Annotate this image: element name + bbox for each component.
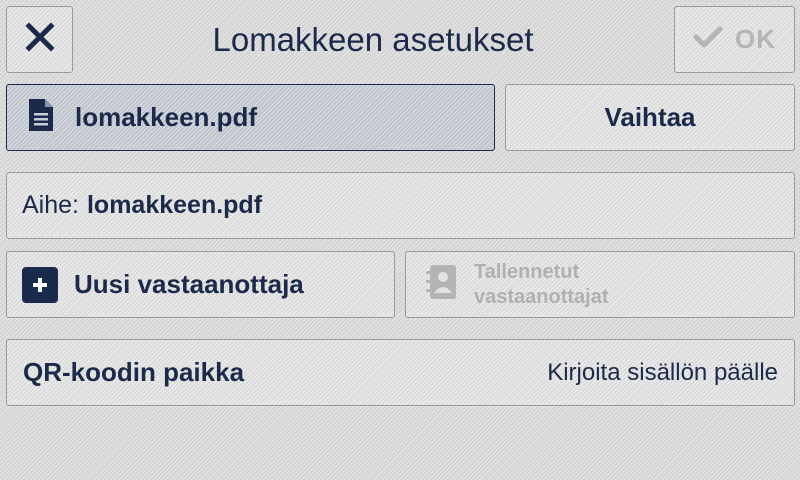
qr-position-setting[interactable]: QR-koodin paikka Kirjoita sisällön pääll… <box>6 339 795 406</box>
subject-label: Aihe: <box>22 191 79 219</box>
ok-button-label: OK <box>735 24 776 54</box>
file-name: lomakkeen.pdf <box>75 102 258 132</box>
ok-button[interactable]: OK <box>674 6 795 73</box>
checkmark-icon <box>693 25 723 54</box>
subject-field[interactable]: Aihe: lomakkeen.pdf <box>6 172 795 239</box>
change-file-button[interactable]: Vaihtaa <box>505 84 795 151</box>
qr-position-value: Kirjoita sisällön päälle <box>547 358 778 386</box>
change-file-label: Vaihtaa <box>604 102 696 132</box>
page-title: Lomakkeen asetukset <box>212 20 534 58</box>
close-button[interactable] <box>6 6 73 73</box>
new-recipient-label: Uusi vastaanottaja <box>74 269 304 299</box>
file-selector[interactable]: lomakkeen.pdf <box>6 84 495 151</box>
subject-value: lomakkeen.pdf <box>86 191 263 219</box>
address-book-icon <box>424 263 460 306</box>
qr-position-label: QR-koodin paikka <box>23 357 245 387</box>
close-icon <box>24 22 55 57</box>
saved-recipients-label: Tallennetut vastaanottajat <box>474 260 609 308</box>
document-icon <box>27 97 55 138</box>
saved-recipients-button[interactable]: Tallennetut vastaanottajat <box>405 251 795 318</box>
new-recipient-button[interactable]: Uusi vastaanottaja <box>6 251 395 318</box>
plus-icon <box>22 266 58 303</box>
